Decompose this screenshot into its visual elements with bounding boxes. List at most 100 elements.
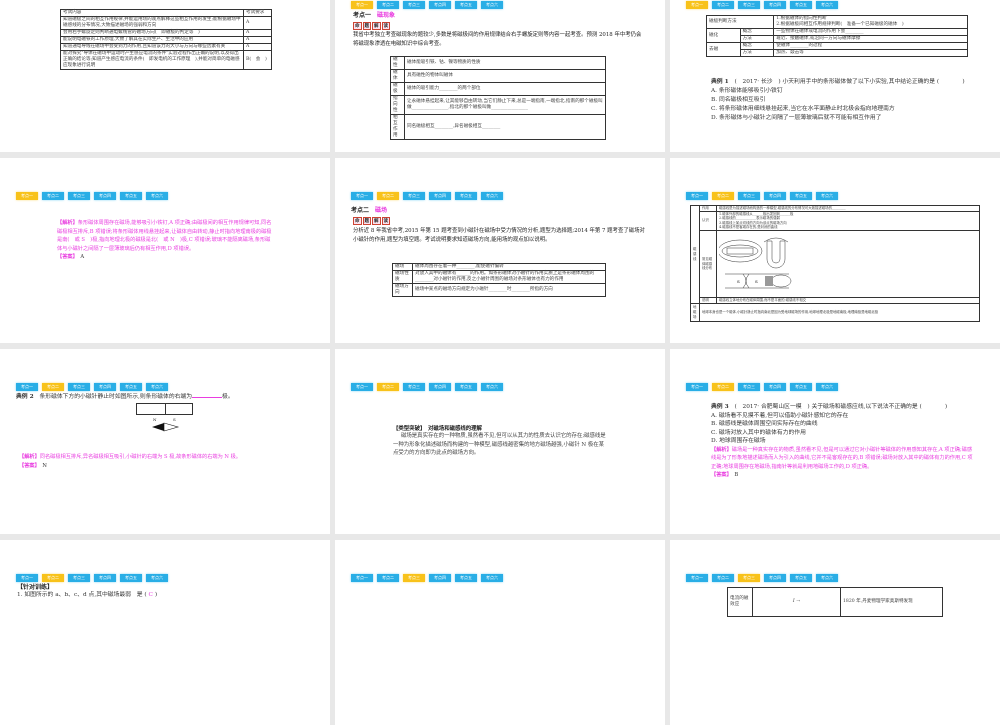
table-row: 常见磁体磁感线分布 S S xyxy=(691,229,980,299)
tab-topic-1[interactable]: 考点一 xyxy=(16,192,38,200)
tab-topic-4[interactable]: 考点四 xyxy=(94,574,116,582)
tab-topic-1[interactable]: 考点一 xyxy=(351,192,373,200)
tab-topic-3[interactable]: 考点三 xyxy=(403,192,425,200)
tab-topic-6[interactable]: 考点六 xyxy=(481,383,503,391)
tab-topic-2[interactable]: 考点二 xyxy=(42,383,64,391)
slide-field-lines[interactable]: 考点一 考点二 考点三 考点四 考点五 考点六 磁感线 作用 磁感线是为描述磁场而构造的一种模… xyxy=(670,158,1000,343)
option-c: C. 磁场对放入其中的磁体有力的作用 xyxy=(711,429,806,436)
breakthrough-title: 【类型突破】 对磁场和磁感线的理解 xyxy=(393,426,482,432)
example-text: 条形磁体下方的小磁针静止时如图所示,则条形磁体的右端为 xyxy=(39,394,193,400)
tab-topic-2[interactable]: 考点二 xyxy=(377,383,399,391)
tab-topic-6[interactable]: 考点六 xyxy=(816,1,838,9)
tab-topic-6[interactable]: 考点六 xyxy=(816,192,838,200)
table-row: 知道通电导线在磁场中会受到力的作用,且知道该力的大小与方向与哪些因素有关 A xyxy=(60,43,272,51)
tab-topic-1[interactable]: 考点一 xyxy=(686,192,708,200)
tab-topic-5[interactable]: 考点五 xyxy=(120,574,142,582)
answer-value: B xyxy=(734,472,739,479)
tab-topic-3[interactable]: 考点三 xyxy=(403,1,425,9)
tab-topic-6[interactable]: 考点六 xyxy=(146,574,168,582)
tab-topic-5[interactable]: 考点五 xyxy=(790,192,812,200)
slide-example-3[interactable]: 考点一 考点二 考点三 考点四 考点五 考点六 典例 3 ( 2017· 合肥蜀山区一模 … xyxy=(670,349,1000,534)
tab-topic-6[interactable]: 考点六 xyxy=(481,192,503,200)
tab-topic-3[interactable]: 考点三 xyxy=(68,383,90,391)
tab-topic-4[interactable]: 考点四 xyxy=(764,383,786,391)
tab-topic-2[interactable]: 考点二 xyxy=(377,574,399,582)
tab-topic-5[interactable]: 考点五 xyxy=(120,383,142,391)
tab-topic-5[interactable]: 考点五 xyxy=(455,574,477,582)
tab-topic-3[interactable]: 考点三 xyxy=(68,192,90,200)
cell: 磁体 xyxy=(390,69,405,83)
slide-blank[interactable]: 考点一 考点二 考点三 考点四 考点五 考点六 xyxy=(335,540,665,725)
tab-topic-3[interactable]: 考点三 xyxy=(738,574,760,582)
slide-electromagnetism[interactable]: 考点一 考点二 考点三 考点四 考点五 考点六 电流的磁效应 I → 1820 年,丹麦物理学… xyxy=(670,540,1000,725)
tab-topic-4[interactable]: 考点四 xyxy=(94,192,116,200)
cell: 磁场方向 xyxy=(392,283,413,297)
tab-topic-5[interactable]: 考点五 xyxy=(455,383,477,391)
tab-topic-5[interactable]: 考点五 xyxy=(790,383,812,391)
tab-topic-4[interactable]: 考点四 xyxy=(764,574,786,582)
tab-topic-6[interactable]: 考点六 xyxy=(146,383,168,391)
heading-topic: 磁场 xyxy=(375,207,388,214)
tab-topic-1[interactable]: 考点一 xyxy=(351,383,373,391)
tab-topic-2[interactable]: 考点二 xyxy=(42,574,64,582)
tab-topic-1[interactable]: 考点一 xyxy=(686,574,708,582)
tab-topic-1[interactable]: 考点一 xyxy=(351,1,373,9)
slide-analysis-1[interactable]: 考点一 考点二 考点三 考点四 考点五 考点六 【解析】条形磁体周围存在磁场,能够吸引小铁… xyxy=(0,158,330,343)
tab-topic-4[interactable]: 考点四 xyxy=(429,1,451,9)
tab-topic-6[interactable]: 考点六 xyxy=(816,574,838,582)
slide-example-1[interactable]: 考点一 考点二 考点三 考点四 考点五 考点六 磁极判断方法 1.根据磁体的指向性判断 2.… xyxy=(670,0,1000,152)
option-b: B. 磁感线是磁体周围空间实际存在的曲线 xyxy=(711,421,818,428)
tab-topic-2[interactable]: 考点二 xyxy=(712,383,734,391)
tab-topic-6[interactable]: 考点六 xyxy=(481,1,503,9)
slide-practice[interactable]: 考点一 考点二 考点三 考点四 考点五 考点六 【针对训练】 1. 如图所示的 a、b、c… xyxy=(0,540,330,725)
tab-topic-3[interactable]: 考点三 xyxy=(403,574,425,582)
cell: A xyxy=(243,16,272,30)
tab-topic-6[interactable]: 考点六 xyxy=(816,383,838,391)
tab-topic-4[interactable]: 考点四 xyxy=(764,192,786,200)
tab-topic-2[interactable]: 考点二 xyxy=(377,1,399,9)
tab-topic-3[interactable]: 考点三 xyxy=(403,383,425,391)
tab-topic-6[interactable]: 考点六 xyxy=(481,574,503,582)
cell: 磁极 xyxy=(390,82,405,96)
tab-topic-3[interactable]: 考点三 xyxy=(68,574,90,582)
tab-topic-3[interactable]: 考点三 xyxy=(738,383,760,391)
tab-topic-4[interactable]: 考点四 xyxy=(429,192,451,200)
magnet-pole-table: 磁极判断方法 1.根据磁体的指向性判断 2.根据磁极间相互作用规律判断( 准备一个… xyxy=(705,15,968,57)
tab-topic-1[interactable]: 考点一 xyxy=(686,1,708,9)
tab-topic-3[interactable]: 考点三 xyxy=(738,192,760,200)
tab-topic-2[interactable]: 考点二 xyxy=(712,1,734,9)
tab-topic-5[interactable]: 考点五 xyxy=(455,192,477,200)
tab-topic-2[interactable]: 考点二 xyxy=(712,574,734,582)
badge-char: 解 xyxy=(372,217,381,225)
tab-topic-3[interactable]: 考点三 xyxy=(738,1,760,9)
tab-topic-4[interactable]: 考点四 xyxy=(764,1,786,9)
slide-magnetic-phenomena[interactable]: 考点一 考点二 考点三 考点四 考点五 考点六 考点一 磁现象 命题解读 我省中考独立考查… xyxy=(335,0,665,152)
tab-topic-4[interactable]: 考点四 xyxy=(429,574,451,582)
tab-topic-5[interactable]: 考点五 xyxy=(120,192,142,200)
tab-topic-2[interactable]: 考点二 xyxy=(377,192,399,200)
tab-topic-5[interactable]: 考点五 xyxy=(790,1,812,9)
cell: 方法 xyxy=(739,35,775,43)
tab-topic-1[interactable]: 考点一 xyxy=(16,574,38,582)
table-row: 方法 靠近、接触磁体,或沿同一方向与磁体摩擦 xyxy=(707,35,968,43)
tab-topic-1[interactable]: 考点一 xyxy=(351,574,373,582)
tab-topic-5[interactable]: 考点五 xyxy=(790,574,812,582)
tab-topic-2[interactable]: 考点二 xyxy=(42,192,64,200)
table-row: 磁场方向 磁场中某点的磁场方向规定为小磁针________时________所指的… xyxy=(392,283,606,297)
tab-topic-5[interactable]: 考点五 xyxy=(455,1,477,9)
tab-topic-1[interactable]: 考点一 xyxy=(686,383,708,391)
slide-magnetic-field[interactable]: 考点一 考点二 考点三 考点四 考点五 考点六 考点二 磁场 命题解读 分析近 8 年我省… xyxy=(335,158,665,343)
slide-exam-requirements[interactable]: 考试内容 考试要求 知道磁极之间的相互作用规律,并能运用场的观点解释这些相互作用的… xyxy=(0,0,330,152)
tab-topic-2[interactable]: 考点二 xyxy=(712,192,734,200)
tab-topic-1[interactable]: 考点一 xyxy=(16,383,38,391)
tab-topic-6[interactable]: 考点六 xyxy=(146,192,168,200)
slide-type-breakthrough[interactable]: 考点一 考点二 考点三 考点四 考点五 考点六 【类型突破】 对磁场和磁感线的理解 磁场是… xyxy=(335,349,665,534)
tab-topic-4[interactable]: 考点四 xyxy=(94,383,116,391)
topic-tabs: 考点一 考点二 考点三 考点四 考点五 考点六 xyxy=(686,1,838,9)
slide-example-2[interactable]: 考点一 考点二 考点三 考点四 考点五 考点六 典例 2 条形磁体下方的小磁针静止时如图所… xyxy=(0,349,330,534)
cell: 认识 xyxy=(699,210,717,231)
option-c: C. 将条形磁体用细线悬挂起来,当它在水平面静止时北极会指向地理南方 xyxy=(711,106,895,112)
tab-topic-4[interactable]: 考点四 xyxy=(429,383,451,391)
cell: 磁感线 xyxy=(690,205,700,304)
example-label: 典例 3 xyxy=(711,404,729,410)
